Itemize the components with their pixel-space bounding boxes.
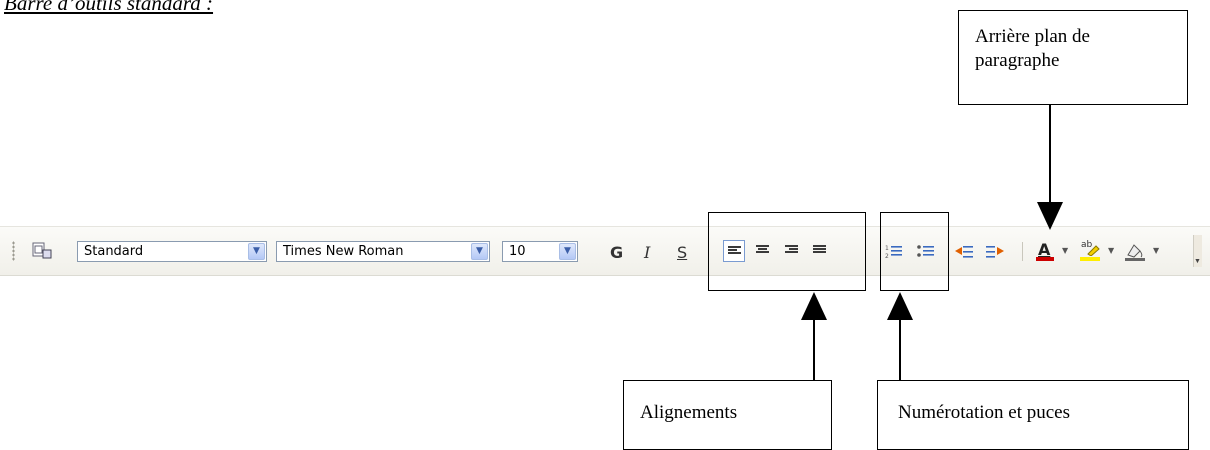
font-name-select[interactable]: Times New Roman ▼: [276, 241, 490, 262]
highlight-dropdown-icon[interactable]: ▼: [1108, 246, 1114, 255]
underline-button[interactable]: S: [677, 243, 687, 262]
alignments-arrow-head: [801, 292, 827, 320]
font-color-button[interactable]: A: [1036, 240, 1054, 262]
numbering-frame: [880, 212, 949, 291]
alignments-frame: [708, 212, 866, 291]
paragraph-background-dropdown-icon[interactable]: ▼: [1153, 246, 1159, 255]
highlight-button[interactable]: ab: [1080, 240, 1100, 262]
page-heading: Barre d’outils standard :: [4, 0, 214, 15]
numbering-callout: Numérotation et puces: [877, 380, 1189, 450]
alignments-arrow-line: [813, 318, 815, 380]
font-size-select[interactable]: 10 ▼: [502, 241, 578, 262]
highlight-swatch: [1080, 257, 1100, 261]
marker-icon: [1087, 245, 1100, 256]
bold-button[interactable]: G: [610, 243, 623, 262]
toolbar-separator: [1022, 242, 1023, 261]
background-arrow-head: [1037, 202, 1063, 230]
paragraph-background-icon[interactable]: [1124, 241, 1146, 263]
chevron-down-icon[interactable]: ▼: [248, 243, 265, 260]
alignments-callout: Alignements: [623, 380, 832, 450]
styles-icon[interactable]: [32, 242, 52, 260]
paragraph-style-select[interactable]: Standard ▼: [77, 241, 267, 262]
toolbar-overflow-handle[interactable]: ▼: [1193, 235, 1202, 267]
numbering-arrow-head: [887, 292, 913, 320]
decrease-indent-icon[interactable]: [954, 244, 974, 260]
formatting-toolbar: Standard ▼ Times New Roman ▼ 10 ▼ G I S …: [0, 226, 1210, 276]
background-callout: Arrière plan de paragraphe: [958, 10, 1188, 105]
chevron-down-icon[interactable]: ▼: [471, 243, 488, 260]
chevron-down-icon[interactable]: ▼: [559, 243, 576, 260]
background-arrow-line: [1049, 105, 1051, 205]
font-color-dropdown-icon[interactable]: ▼: [1062, 246, 1068, 255]
numbering-arrow-line: [899, 318, 901, 380]
font-color-swatch: [1036, 257, 1054, 261]
toolbar-grip[interactable]: [12, 241, 15, 261]
italic-button[interactable]: I: [644, 243, 650, 262]
increase-indent-icon[interactable]: [985, 244, 1005, 260]
